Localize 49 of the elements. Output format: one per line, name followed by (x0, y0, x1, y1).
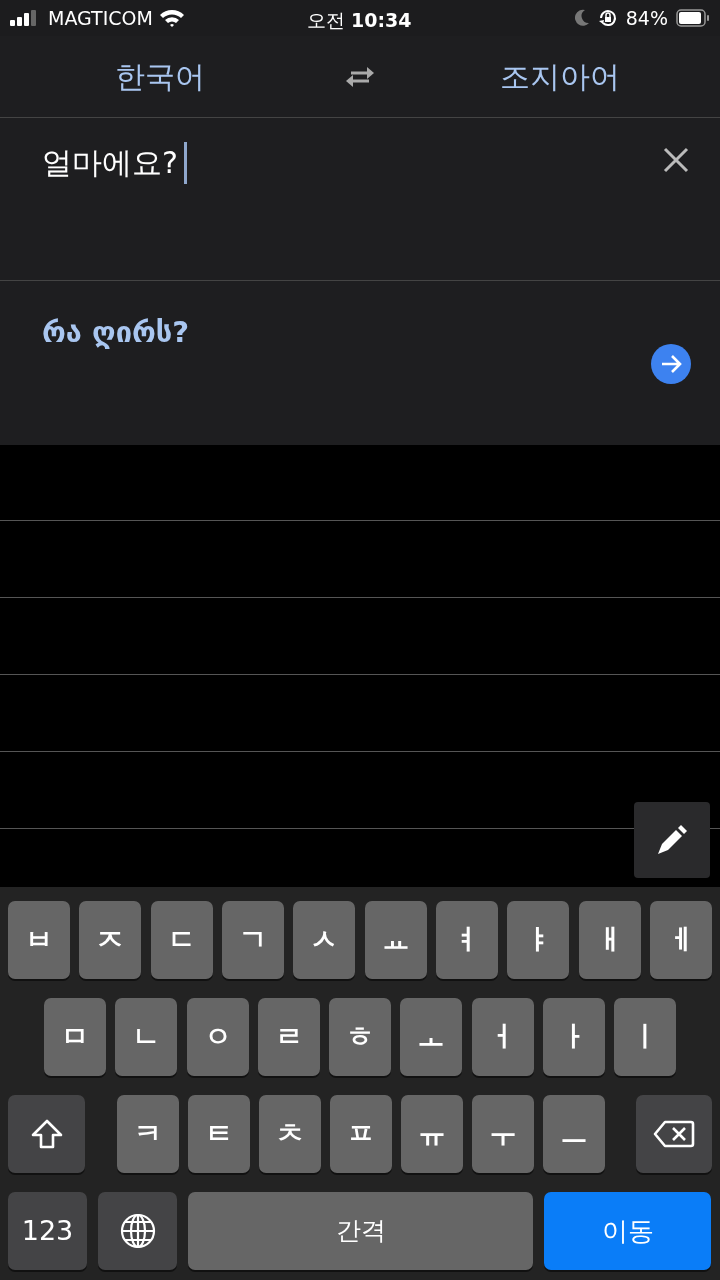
go-key[interactable]: 이동 (544, 1192, 711, 1270)
clear-button[interactable] (662, 146, 690, 174)
key[interactable]: ㅕ (435, 901, 498, 979)
key[interactable]: ㅐ (578, 901, 641, 979)
backspace-icon (653, 1119, 695, 1149)
open-translation-button[interactable] (651, 344, 691, 384)
moon-icon (573, 9, 590, 27)
battery-icon (676, 9, 710, 27)
key[interactable]: ㄴ (115, 998, 178, 1076)
globe-key[interactable] (98, 1192, 177, 1270)
key[interactable]: ㅈ (79, 901, 142, 979)
source-language-button[interactable]: 한국어 (0, 54, 320, 99)
key[interactable]: ㅗ (400, 998, 463, 1076)
key[interactable]: ㅅ (293, 901, 356, 979)
close-icon (662, 146, 690, 174)
key[interactable]: ㅡ (542, 1095, 605, 1173)
shift-arrow-icon (29, 1118, 64, 1150)
key[interactable]: ㅊ (258, 1095, 321, 1173)
handwriting-button[interactable] (634, 802, 710, 878)
space-key[interactable]: 간격 (188, 1192, 533, 1270)
key[interactable]: ㅔ (649, 901, 712, 979)
key[interactable]: ㅣ (614, 998, 676, 1076)
key[interactable]: ㅜ (471, 1095, 534, 1173)
key[interactable]: ㅑ (507, 901, 570, 979)
key[interactable]: ㄷ (150, 901, 213, 979)
key[interactable]: ㄱ (222, 901, 284, 979)
key[interactable]: ㄹ (257, 998, 320, 1076)
key[interactable]: ㅁ (44, 998, 106, 1076)
key[interactable]: ㅇ (186, 998, 249, 1076)
key[interactable]: ㅏ (542, 998, 605, 1076)
translation-text: რა ღირს? (42, 315, 190, 349)
clock-time: 오전 10:34 (307, 8, 412, 33)
backspace-key[interactable] (636, 1095, 712, 1173)
key[interactable]: ㅌ (187, 1095, 250, 1173)
battery-percent: 84% (625, 5, 668, 31)
key[interactable]: ㅋ (116, 1095, 179, 1173)
key[interactable]: ㅂ (8, 901, 70, 979)
globe-icon (119, 1213, 156, 1249)
key[interactable]: ㅛ (364, 901, 427, 979)
key[interactable]: ㅠ (400, 1095, 463, 1173)
carrier-name: MAGTICOM (48, 5, 153, 31)
wifi-icon (158, 8, 185, 28)
shift-key[interactable] (8, 1095, 85, 1173)
rotation-lock-icon (597, 8, 618, 28)
key[interactable]: ㅎ (329, 998, 391, 1076)
key[interactable]: ㅓ (471, 998, 534, 1076)
numbers-key[interactable]: 123 (8, 1192, 87, 1270)
target-language-button[interactable]: 조지아어 (400, 54, 720, 99)
key[interactable]: ㅍ (329, 1095, 392, 1173)
